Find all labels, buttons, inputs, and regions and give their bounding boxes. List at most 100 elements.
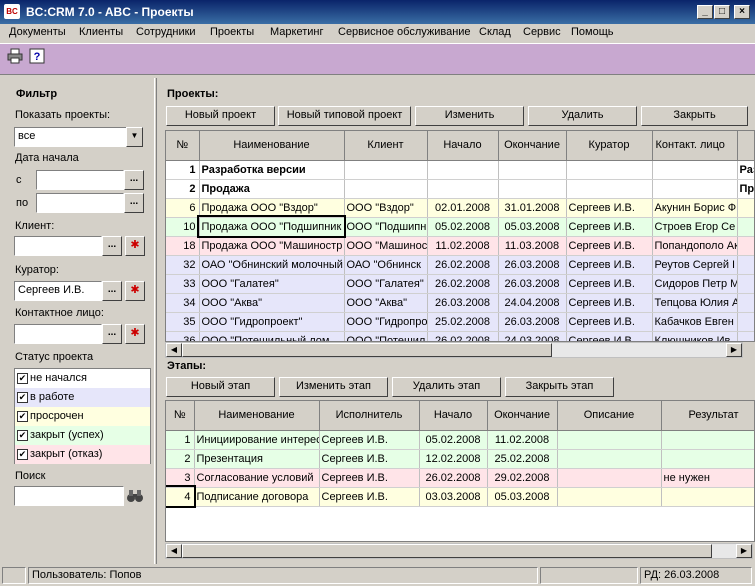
cell-contact[interactable]: Тепцова Юлия А [652, 293, 738, 313]
cell-stage-start[interactable]: 03.03.2008 [419, 487, 488, 507]
cell-name[interactable]: Продажа ООО "Машиностр [199, 236, 345, 256]
cell-stage-result[interactable] [661, 487, 754, 507]
cell-start[interactable]: 02.01.2008 [427, 198, 499, 218]
cell-extra[interactable] [737, 293, 754, 313]
edit-stage-button[interactable]: Изменить этап [279, 377, 388, 397]
menu-clients[interactable]: Клиенты [79, 26, 123, 38]
edit-project-button[interactable]: Изменить [415, 106, 524, 126]
cell-number[interactable]: 36 [166, 331, 200, 341]
cell-client[interactable]: ОАО "Обнинск [344, 255, 428, 275]
col-contact[interactable]: Контакт. лицо [652, 131, 738, 161]
cell-extra[interactable]: Пр [737, 179, 754, 199]
cell-start[interactable]: 05.02.2008 [427, 217, 499, 237]
cell-start[interactable]: 26.03.2008 [427, 293, 499, 313]
cell-client[interactable]: ООО "Гидропро [344, 312, 428, 332]
col-stage-executor[interactable]: Исполнитель [319, 401, 420, 431]
table-row[interactable]: 1Разработка версии Раз [166, 160, 754, 180]
show-projects-select[interactable]: все [14, 127, 142, 147]
cell-start[interactable] [427, 160, 499, 180]
close-project-button[interactable]: Закрыть [641, 106, 748, 126]
curator-clear-icon[interactable]: ✱ [125, 281, 145, 301]
status-closed-success[interactable]: ✔ закрыт (успех) [15, 426, 150, 445]
contact-select-button[interactable]: ... [102, 324, 122, 344]
menu-projects[interactable]: Проекты [210, 26, 254, 38]
cell-number[interactable]: 2 [166, 179, 200, 199]
cell-name[interactable]: Продажа [199, 179, 345, 199]
date-to-picker-button[interactable]: ... [124, 193, 144, 213]
cell-start[interactable] [427, 179, 499, 199]
search-input[interactable] [14, 486, 124, 506]
table-row[interactable]: 35 ООО "Гидропроект" ООО "Гидропро 25.02.20… [166, 312, 754, 332]
table-row[interactable]: 36 ООО "Потешильный лом ООО "Потешил 26.02.… [166, 331, 754, 341]
cell-name[interactable]: ОАО "Обнинский молочный [199, 255, 345, 275]
cell-contact[interactable] [652, 179, 738, 199]
delete-stage-button[interactable]: Удалить этап [392, 377, 501, 397]
col-stage-end[interactable]: Окончание [487, 401, 558, 431]
scroll-right-icon[interactable]: ▶ [736, 544, 752, 558]
projects-table[interactable]: № Наименование Клиент Начало Окончание К… [165, 130, 755, 342]
new-project-button[interactable]: Новый проект [166, 106, 275, 126]
cell-curator[interactable]: Сергеев И.В. [566, 312, 653, 332]
cell-extra[interactable] [737, 274, 754, 294]
cell-start[interactable]: 25.02.2008 [427, 312, 499, 332]
cell-client[interactable] [344, 160, 428, 180]
maximize-button[interactable]: □ [714, 5, 730, 19]
cell-name[interactable]: Продажа ООО "Подшипник [197, 215, 346, 238]
menu-help[interactable]: Помощь [571, 26, 614, 38]
cell-stage-result[interactable] [661, 449, 754, 469]
cell-stage-start[interactable]: 12.02.2008 [419, 449, 488, 469]
cell-client[interactable]: ООО "Подшипн [344, 217, 428, 237]
cell-stage-result[interactable] [661, 430, 754, 450]
cell-name[interactable]: Разработка версии [199, 160, 345, 180]
cell-end[interactable]: 24.04.2008 [498, 293, 567, 313]
checkbox-icon[interactable]: ✔ [17, 449, 28, 460]
cell-number[interactable]: 34 [166, 293, 200, 313]
cell-stage-description[interactable] [557, 449, 662, 469]
col-stage-description[interactable]: Описание [557, 401, 662, 431]
new-template-project-button[interactable]: Новый типовой проект [278, 106, 411, 126]
cell-extra[interactable] [737, 312, 754, 332]
delete-project-button[interactable]: Удалить [528, 106, 637, 126]
cell-stage-start[interactable]: 05.02.2008 [419, 430, 488, 450]
close-stage-button[interactable]: Закрыть этап [505, 377, 614, 397]
table-row[interactable]: 1 Инициирование интерес Сергеев И.В. 05.02.… [166, 430, 754, 450]
cell-stage-end[interactable]: 29.02.2008 [487, 468, 558, 488]
cell-contact[interactable]: Попандополо Ак [652, 236, 738, 256]
table-row[interactable]: 18 Продажа ООО "Машиностр ООО "Машиност 11.… [166, 236, 754, 256]
col-stage-name[interactable]: Наименование [194, 401, 320, 431]
cell-number[interactable]: 6 [166, 198, 200, 218]
cell-end[interactable]: 11.03.2008 [498, 236, 567, 256]
table-row[interactable]: 32 ОАО "Обнинский молочный ОАО "Обнинск 26.… [166, 255, 754, 275]
scroll-right-icon[interactable]: ▶ [726, 343, 742, 357]
cell-curator[interactable]: Сергеев И.В. [566, 255, 653, 275]
col-start[interactable]: Начало [427, 131, 499, 161]
projects-hscroll[interactable]: ◀ ▶ [165, 342, 743, 358]
cell-start[interactable]: 11.02.2008 [427, 236, 499, 256]
menu-tools[interactable]: Сервис [523, 26, 561, 38]
menu-service[interactable]: Сервисное обслуживание [338, 26, 471, 38]
cell-start[interactable]: 26.02.2008 [427, 274, 499, 294]
client-select-button[interactable]: ... [102, 236, 122, 256]
cell-extra[interactable] [737, 331, 754, 341]
close-button[interactable]: × [734, 5, 750, 19]
cell-client[interactable]: ООО "Вздор" [344, 198, 428, 218]
col-stage-start[interactable]: Начало [419, 401, 488, 431]
cell-name[interactable]: ООО "Галатея" [199, 274, 345, 294]
cell-client[interactable]: ООО "Аква" [344, 293, 428, 313]
cell-extra[interactable] [737, 255, 754, 275]
cell-number[interactable]: 32 [166, 255, 200, 275]
cell-name[interactable]: ООО "Гидропроект" [199, 312, 345, 332]
cell-contact[interactable]: Кабачков Евген [652, 312, 738, 332]
cell-stage-number[interactable]: 3 [166, 468, 195, 488]
cell-end[interactable]: 31.01.2008 [498, 198, 567, 218]
col-curator[interactable]: Куратор [566, 131, 653, 161]
table-row[interactable]: 34 ООО "Аква" ООО "Аква" 26.03.2008 24.04.20… [166, 293, 754, 313]
cell-client[interactable] [344, 179, 428, 199]
table-row[interactable]: 10 Продажа ООО "Подшипник ООО "Подшипн 05.0… [166, 215, 754, 238]
cell-start[interactable]: 26.02.2008 [427, 255, 499, 275]
cell-number[interactable]: 1 [166, 160, 200, 180]
client-input[interactable] [14, 236, 102, 256]
menu-documents[interactable]: Документы [9, 26, 66, 38]
cell-stage-description[interactable] [557, 430, 662, 450]
checkbox-icon[interactable]: ✔ [17, 411, 28, 422]
